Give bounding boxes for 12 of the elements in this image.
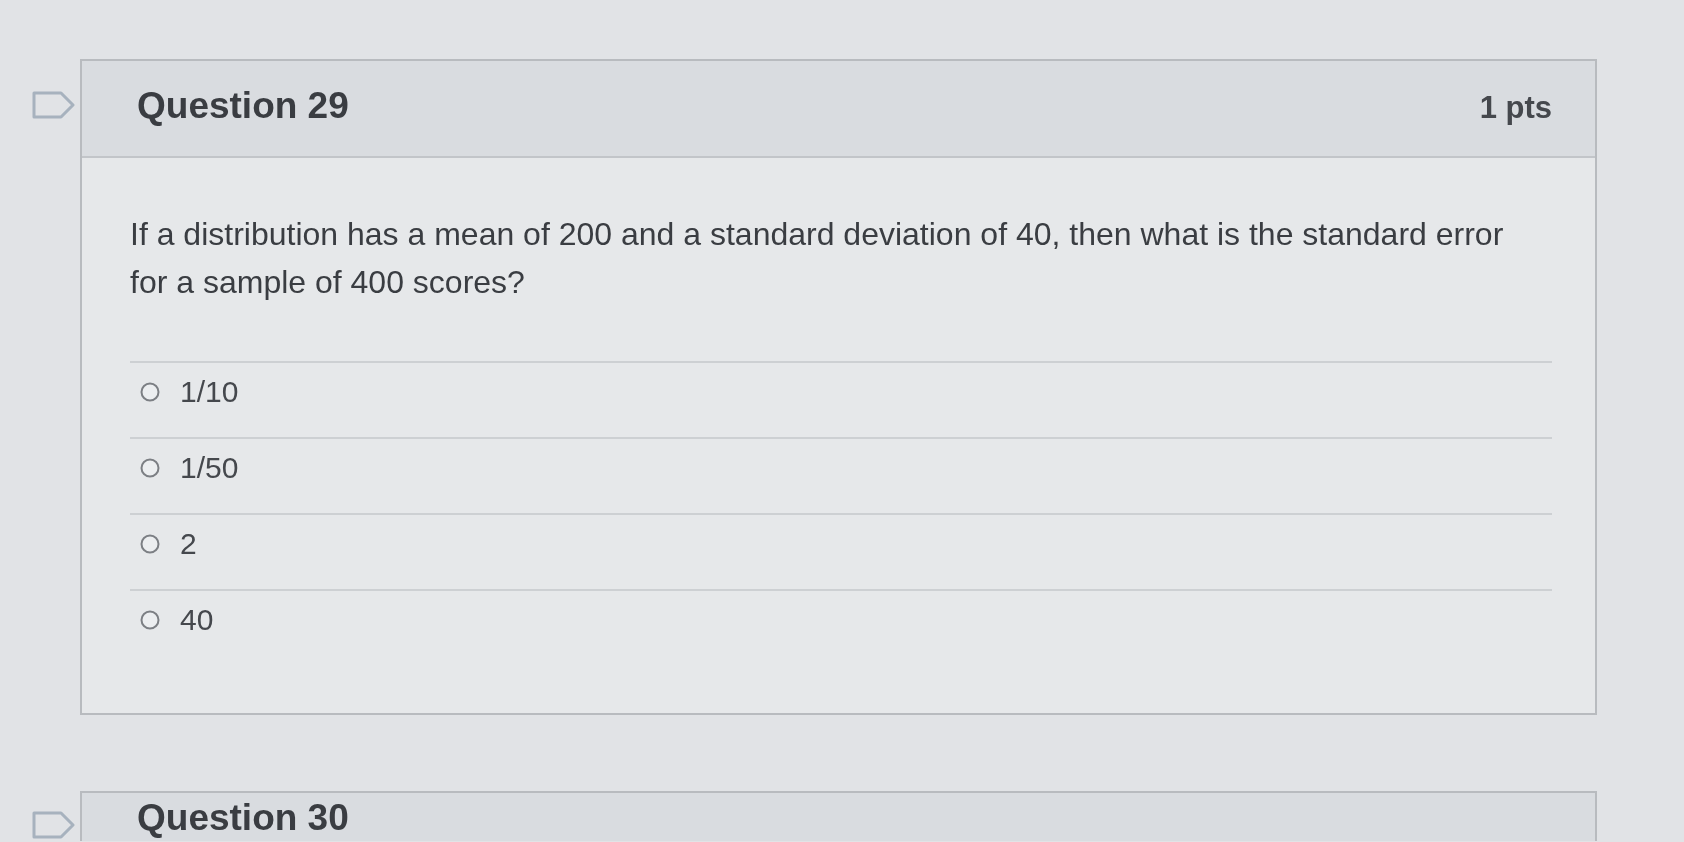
answer-option[interactable]: 1/50 bbox=[140, 450, 239, 486]
answer-option[interactable]: 40 bbox=[140, 602, 214, 638]
radio-button[interactable] bbox=[140, 534, 160, 554]
question-title: Question 29 bbox=[137, 84, 349, 127]
radio-button[interactable] bbox=[140, 610, 160, 630]
radio-button[interactable] bbox=[140, 458, 160, 478]
radio-button[interactable] bbox=[140, 382, 160, 402]
points-label: 1 pts bbox=[1479, 89, 1552, 128]
answer-option[interactable]: 1/10 bbox=[140, 374, 239, 410]
question-title: Question 30 bbox=[137, 797, 349, 839]
question-text: If a distribution has a mean of 200 and a standard deviation of 40, then what is the standard error for a sample of 400 scores? bbox=[130, 215, 1505, 302]
answer-option[interactable]: 2 bbox=[140, 526, 197, 562]
